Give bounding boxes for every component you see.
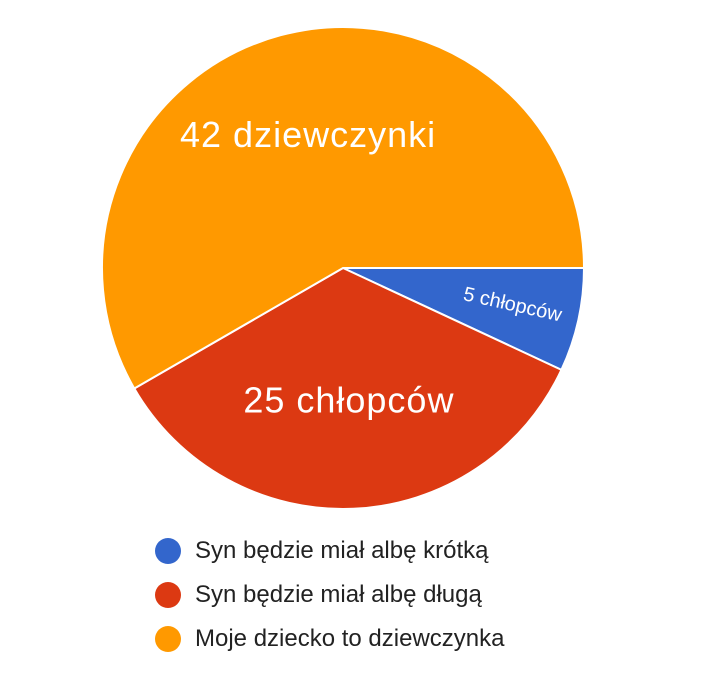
legend-swatch-icon xyxy=(155,582,181,608)
legend: Syn będzie miał albę krótką Syn będzie mi… xyxy=(155,536,504,654)
legend-label: Moje dziecko to dziewczynka xyxy=(195,625,505,652)
legend-swatch-icon xyxy=(155,626,181,652)
legend-label: Syn będzie miał albę długą xyxy=(195,581,482,608)
legend-item-1: Syn będzie miał albę krótką xyxy=(155,536,504,566)
pie-slice-label-3: 42 dziewczynki xyxy=(180,114,436,155)
legend-item-3: Moje dziecko to dziewczynka xyxy=(155,624,504,654)
legend-swatch-icon xyxy=(155,538,181,564)
legend-item-2: Syn będzie miał albę długą xyxy=(155,580,504,610)
pie-slice-label-2: 25 chłopców xyxy=(243,379,454,420)
legend-label: Syn będzie miał albę krótką xyxy=(195,537,489,564)
